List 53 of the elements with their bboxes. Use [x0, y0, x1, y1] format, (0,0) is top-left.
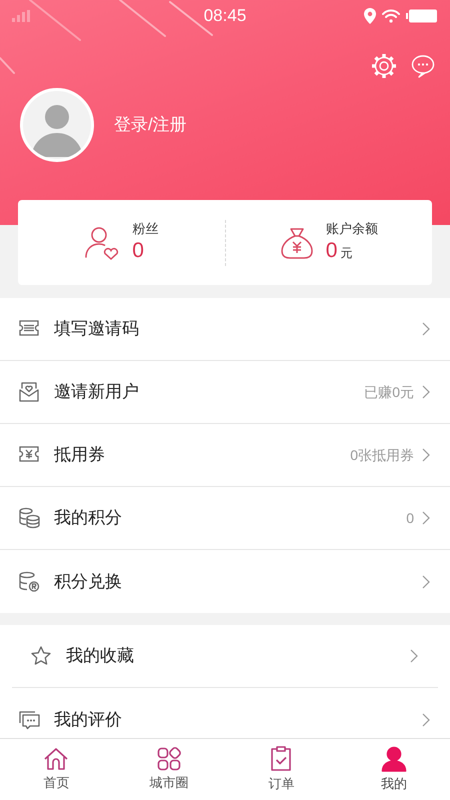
- settings-icon: [371, 53, 397, 79]
- wifi-icon: [382, 9, 400, 23]
- coins-icon: [18, 507, 41, 529]
- menu-label: 积分兑换: [54, 570, 123, 593]
- chat-icon: [18, 708, 41, 730]
- money-bag-icon: [280, 226, 314, 260]
- menu-detail: 0张抵用券: [350, 446, 414, 464]
- chat-icon: [411, 54, 435, 78]
- home-icon: [43, 746, 70, 771]
- menu-item[interactable]: 抵用券 0张抵用券: [0, 424, 450, 487]
- person-icon: [380, 746, 407, 772]
- message-button[interactable]: [411, 54, 435, 78]
- menu-item[interactable]: 邀请新用户 已赚0元: [0, 361, 450, 424]
- signal-icon: [12, 10, 32, 22]
- star-icon: [30, 645, 53, 667]
- menu-label: 填写邀请码: [54, 318, 140, 340]
- menu-item[interactable]: 我的积分 0: [0, 487, 450, 550]
- person-heart-icon: [84, 224, 120, 260]
- coins-badge-icon: [18, 570, 41, 592]
- chevron-icon: [410, 649, 418, 663]
- stat-value: 0: [132, 238, 144, 264]
- chevron-icon: [422, 385, 430, 399]
- tab[interactable]: 首页: [0, 739, 112, 800]
- menu-item[interactable]: 填写邀请码: [0, 298, 450, 361]
- stat-label: 账户余额: [326, 221, 378, 238]
- menu-item[interactable]: 积分兑换: [0, 550, 450, 613]
- chevron-icon: [422, 511, 430, 525]
- menu-label: 我的积分: [54, 507, 123, 530]
- chevron-icon: [422, 574, 430, 588]
- tab[interactable]: 城市圈: [112, 739, 225, 800]
- chevron-icon: [422, 322, 430, 336]
- status-time: 08:45: [204, 5, 246, 28]
- menu-label: 邀请新用户: [54, 381, 140, 404]
- battery-icon: [406, 9, 438, 23]
- envelope-heart-icon: [18, 381, 41, 403]
- tab[interactable]: 订单: [225, 739, 338, 800]
- tab[interactable]: 我的: [338, 739, 450, 800]
- chevron-icon: [422, 448, 430, 462]
- stat-label: 粉丝: [132, 221, 158, 238]
- stat-unit: 元: [340, 246, 352, 260]
- menu-item[interactable]: 我的收藏: [12, 625, 438, 688]
- menu-label: 我的评价: [54, 708, 123, 731]
- settings-button[interactable]: [371, 53, 397, 79]
- clipboard-check-icon: [270, 746, 292, 772]
- stat-value: 0: [326, 238, 338, 264]
- grid-icon: [156, 746, 181, 771]
- menu-label: 我的收藏: [66, 645, 135, 668]
- menu-label: 抵用券: [54, 444, 106, 466]
- chevron-icon: [422, 712, 430, 726]
- menu-item[interactable]: 我的评价: [0, 688, 450, 738]
- menu-detail: 已赚0元: [364, 382, 414, 402]
- location-icon: [364, 8, 376, 24]
- menu-detail: 0: [406, 508, 414, 528]
